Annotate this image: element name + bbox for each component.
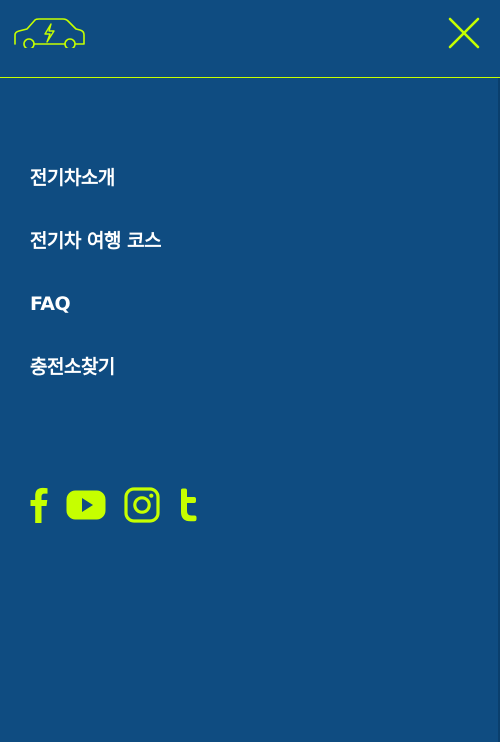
social-links (30, 486, 216, 528)
instagram-link[interactable] (124, 487, 160, 527)
menu-item: 전기차 여행 코스 (30, 223, 162, 286)
facebook-icon (30, 487, 48, 523)
menu-item: 충전소찾기 (30, 349, 161, 412)
twitter-link[interactable] (178, 488, 198, 526)
electric-car-icon[interactable] (13, 16, 85, 48)
header-bar (0, 0, 500, 78)
menu-link-ev-intro[interactable]: 전기차소개 (30, 160, 115, 196)
youtube-link[interactable] (66, 490, 106, 524)
menu-link-find-charging-station[interactable]: 충전소찾기 (30, 349, 115, 385)
youtube-icon (66, 490, 106, 520)
instagram-icon (124, 487, 160, 523)
menu-link-faq[interactable]: FAQ (30, 286, 71, 322)
menu-link-ev-travel-course[interactable]: 전기차 여행 코스 (30, 223, 162, 259)
facebook-link[interactable] (30, 487, 48, 527)
twitter-icon (181, 488, 197, 522)
main-menu: 전기차소개 전기차 여행 코스 FAQ 충전소찾기 (30, 160, 162, 412)
menu-item: FAQ (30, 286, 161, 349)
menu-item: 전기차소개 (30, 160, 161, 223)
close-icon[interactable] (446, 15, 482, 51)
